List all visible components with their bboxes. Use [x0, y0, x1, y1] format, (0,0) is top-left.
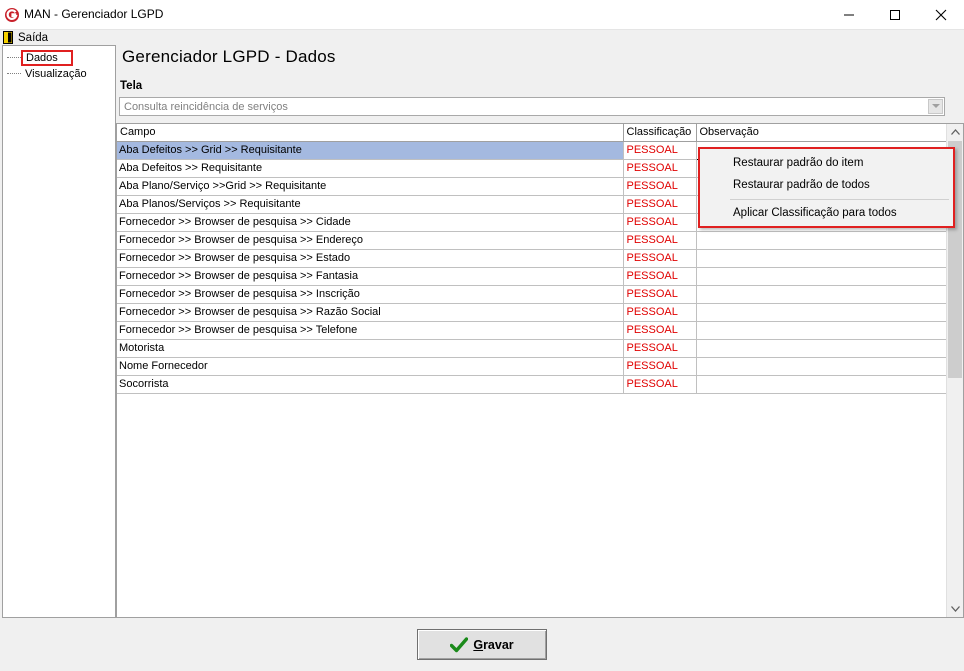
page-title: Gerenciador LGPD - Dados: [122, 47, 336, 66]
menu-exit[interactable]: Saída: [3, 30, 48, 45]
cell-observacao[interactable]: [696, 339, 947, 358]
cell-campo[interactable]: Aba Planos/Serviços >> Requisitante: [117, 195, 624, 214]
check-icon: [450, 636, 469, 652]
table-row[interactable]: Fornecedor >> Browser de pesquisa >> End…: [117, 231, 947, 250]
context-menu-restore-item[interactable]: Restaurar padrão do item: [733, 157, 863, 169]
menu-exit-label: Saída: [18, 31, 49, 44]
cell-observacao[interactable]: [696, 357, 947, 376]
close-icon: [935, 9, 947, 21]
cell-classificacao[interactable]: PESSOAL: [623, 195, 697, 214]
title-bar: MAN - Gerenciador LGPD: [0, 0, 964, 30]
cell-campo[interactable]: Motorista: [117, 339, 624, 358]
dropdown-button[interactable]: [928, 99, 943, 114]
cell-classificacao[interactable]: PESSOAL: [623, 141, 697, 160]
chevron-up-icon: [950, 129, 960, 135]
maximize-button[interactable]: [872, 0, 918, 30]
cell-campo[interactable]: Fornecedor >> Browser de pesquisa >> End…: [117, 231, 624, 250]
cell-campo[interactable]: Fornecedor >> Browser de pesquisa >> Raz…: [117, 303, 624, 322]
cell-campo[interactable]: Aba Defeitos >> Grid >> Requisitante: [117, 141, 624, 160]
save-accelerator: G: [473, 637, 484, 652]
cell-observacao[interactable]: [696, 375, 947, 394]
scroll-up-button[interactable]: [947, 124, 963, 140]
save-button-label: Gravar: [473, 638, 513, 652]
cell-classificacao[interactable]: PESSOAL: [623, 321, 697, 340]
table-row[interactable]: Fornecedor >> Browser de pesquisa >> Est…: [117, 249, 947, 268]
table-row[interactable]: Fornecedor >> Browser de pesquisa >> Tel…: [117, 321, 947, 340]
cell-campo[interactable]: Aba Plano/Serviço >>Grid >> Requisitante: [117, 177, 624, 196]
cell-campo[interactable]: Aba Defeitos >> Requisitante: [117, 159, 624, 178]
cell-classificacao[interactable]: PESSOAL: [623, 231, 697, 250]
context-menu: Restaurar padrão do item Restaurar padrã…: [698, 147, 955, 228]
window-title: MAN - Gerenciador LGPD: [24, 7, 164, 21]
table-row[interactable]: Fornecedor >> Browser de pesquisa >> Raz…: [117, 303, 947, 322]
tela-select-value: Consulta reincidência de serviços: [124, 101, 288, 113]
table-row[interactable]: Nome Fornecedor PESSOAL: [117, 357, 947, 376]
navigation-tree: Dados Visualização: [2, 45, 116, 618]
cell-classificacao[interactable]: PESSOAL: [623, 285, 697, 304]
context-menu-apply-classification[interactable]: Aplicar Classificação para todos: [733, 207, 897, 219]
context-menu-restore-all[interactable]: Restaurar padrão de todos: [733, 179, 870, 191]
cell-classificacao[interactable]: PESSOAL: [623, 267, 697, 286]
scroll-down-button[interactable]: [947, 601, 963, 617]
cell-observacao[interactable]: [696, 249, 947, 268]
chevron-down-icon: [950, 606, 960, 612]
cell-campo[interactable]: Socorrista: [117, 375, 624, 394]
table-row[interactable]: Motorista PESSOAL: [117, 339, 947, 358]
cell-classificacao[interactable]: PESSOAL: [623, 213, 697, 232]
close-button[interactable]: [918, 0, 964, 30]
tree-item-label: Visualização: [25, 67, 87, 80]
tree-item-dados[interactable]: Dados: [7, 49, 73, 66]
cell-campo[interactable]: Fornecedor >> Browser de pesquisa >> Tel…: [117, 321, 624, 340]
cell-observacao[interactable]: [696, 231, 947, 250]
table-row[interactable]: Socorrista PESSOAL: [117, 375, 947, 394]
cell-campo[interactable]: Fornecedor >> Browser de pesquisa >> Ins…: [117, 285, 624, 304]
save-label-rest: ravar: [483, 637, 514, 652]
tela-select[interactable]: Consulta reincidência de serviços: [119, 97, 945, 116]
table-row[interactable]: Fornecedor >> Browser de pesquisa >> Fan…: [117, 267, 947, 286]
exit-door-icon: [3, 31, 13, 44]
minimize-icon: [844, 14, 854, 16]
save-button[interactable]: Gravar: [417, 629, 547, 660]
column-header-observacao[interactable]: Observação: [696, 124, 947, 142]
tree-item-label: Dados: [21, 49, 73, 66]
menu-separator: [730, 199, 949, 200]
tree-item-visualizacao[interactable]: Visualização: [7, 66, 89, 81]
tela-label: Tela: [120, 80, 143, 92]
maximize-icon: [890, 10, 900, 20]
cell-campo[interactable]: Nome Fornecedor: [117, 357, 624, 376]
cell-classificacao[interactable]: PESSOAL: [623, 303, 697, 322]
cell-campo[interactable]: Fornecedor >> Browser de pesquisa >> Cid…: [117, 213, 624, 232]
cell-classificacao[interactable]: PESSOAL: [623, 357, 697, 376]
cell-observacao[interactable]: [696, 303, 947, 322]
chevron-down-icon: [931, 104, 940, 108]
cell-observacao[interactable]: [696, 267, 947, 286]
cell-observacao[interactable]: [696, 321, 947, 340]
column-header-campo[interactable]: Campo: [117, 124, 624, 142]
cell-observacao[interactable]: [696, 285, 947, 304]
cell-campo[interactable]: Fornecedor >> Browser de pesquisa >> Est…: [117, 249, 624, 268]
cell-classificacao[interactable]: PESSOAL: [623, 177, 697, 196]
cell-classificacao[interactable]: PESSOAL: [623, 159, 697, 178]
cell-classificacao[interactable]: PESSOAL: [623, 375, 697, 394]
tree-connector: [7, 73, 21, 74]
column-header-classificacao[interactable]: Classificação: [623, 124, 697, 142]
app-logo-icon: [5, 8, 19, 22]
minimize-button[interactable]: [826, 0, 872, 30]
tree-connector: [7, 57, 21, 58]
cell-campo[interactable]: Fornecedor >> Browser de pesquisa >> Fan…: [117, 267, 624, 286]
cell-classificacao[interactable]: PESSOAL: [623, 249, 697, 268]
table-header-row: Campo Classificação Observação: [117, 124, 947, 142]
cell-classificacao[interactable]: PESSOAL: [623, 339, 697, 358]
table-row[interactable]: Fornecedor >> Browser de pesquisa >> Ins…: [117, 285, 947, 304]
menu-bar: Saída: [0, 30, 964, 45]
